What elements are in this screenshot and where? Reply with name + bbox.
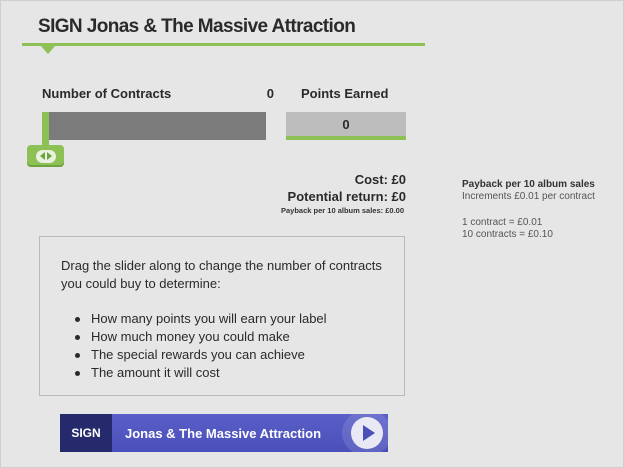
contracts-slider-fill bbox=[42, 112, 49, 140]
points-label: Points Earned bbox=[301, 86, 389, 101]
list-item: The amount it will cost bbox=[75, 364, 384, 382]
points-underline bbox=[286, 136, 406, 140]
arrow-right-icon bbox=[46, 152, 52, 160]
increments-text: Increments £0.01 per contract bbox=[462, 191, 595, 202]
instructions-list: How many points you will earn your label… bbox=[61, 310, 384, 382]
contracts-slider-handle[interactable] bbox=[27, 145, 64, 167]
title-divider bbox=[22, 43, 425, 46]
instructions-box: Drag the slider along to change the numb… bbox=[39, 236, 405, 396]
sign-button-prefix: SIGN bbox=[60, 414, 112, 452]
drag-arrows-icon bbox=[35, 149, 56, 163]
one-contract-text: 1 contract = £0.01 bbox=[462, 217, 543, 228]
play-icon bbox=[351, 417, 383, 449]
list-item: The special rewards you can achieve bbox=[75, 346, 384, 364]
list-item: How many points you will earn your label bbox=[75, 310, 384, 328]
page-title: SIGN Jonas & The Massive Attraction bbox=[38, 16, 356, 37]
play-button-halo bbox=[342, 414, 388, 452]
contracts-value: 0 bbox=[266, 86, 274, 101]
potential-return-text: Potential return: £0 bbox=[287, 189, 406, 204]
list-item: How much money you could make bbox=[75, 328, 384, 346]
sign-button-label: Jonas & The Massive Attraction bbox=[125, 425, 322, 441]
payback-info: Payback per 10 album sales Increments £0… bbox=[462, 179, 595, 241]
sign-artist-button[interactable]: SIGN Jonas & The Massive Attraction bbox=[60, 414, 388, 452]
payback-heading: Payback per 10 album sales bbox=[462, 179, 595, 190]
payback-note: Payback per 10 album sales: £0.00 bbox=[281, 206, 404, 215]
title-pointer-icon bbox=[41, 46, 55, 54]
contracts-slider-track[interactable] bbox=[42, 112, 266, 140]
arrow-left-icon bbox=[39, 152, 45, 160]
cost-text: Cost: £0 bbox=[354, 172, 406, 187]
sign-button-body: Jonas & The Massive Attraction bbox=[112, 414, 388, 452]
ten-contracts-text: 10 contracts = £0.10 bbox=[462, 229, 553, 240]
contracts-label: Number of Contracts bbox=[42, 86, 172, 101]
points-earned-value: 0 bbox=[286, 112, 406, 136]
instructions-intro: Drag the slider along to change the numb… bbox=[61, 258, 382, 291]
